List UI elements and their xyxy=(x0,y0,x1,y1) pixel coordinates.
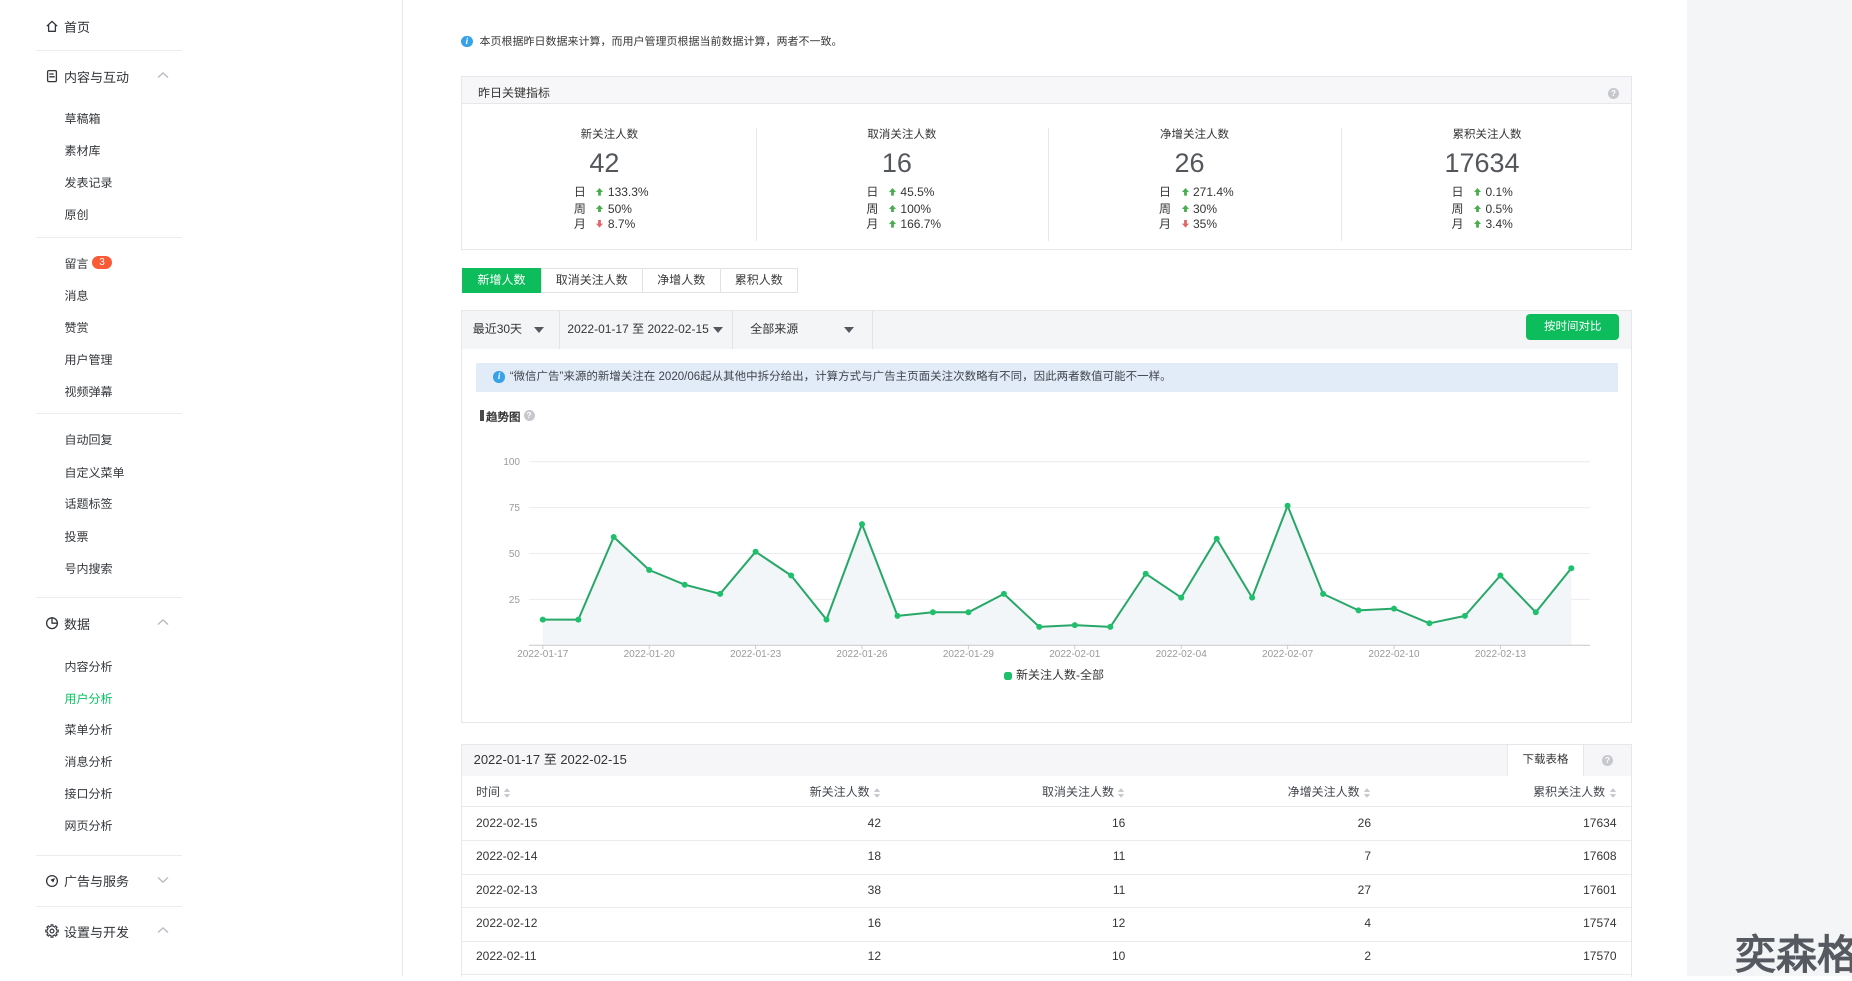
svg-text:50: 50 xyxy=(509,549,521,560)
svg-text:75: 75 xyxy=(509,503,521,514)
svg-text:2022-01-26: 2022-01-26 xyxy=(836,649,888,660)
svg-text:25: 25 xyxy=(509,595,521,606)
svg-text:2022-02-13: 2022-02-13 xyxy=(1475,649,1527,660)
svg-text:100: 100 xyxy=(503,457,520,468)
svg-text:2022-01-20: 2022-01-20 xyxy=(624,649,676,660)
svg-text:2022-02-10: 2022-02-10 xyxy=(1368,649,1420,660)
svg-text:2022-02-07: 2022-02-07 xyxy=(1262,649,1314,660)
svg-text:2022-01-17: 2022-01-17 xyxy=(517,649,569,660)
svg-text:2022-02-04: 2022-02-04 xyxy=(1156,649,1208,660)
svg-text:2022-01-29: 2022-01-29 xyxy=(943,649,995,660)
svg-text:2022-02-01: 2022-02-01 xyxy=(1049,649,1101,660)
svg-text:2022-01-23: 2022-01-23 xyxy=(730,649,782,660)
